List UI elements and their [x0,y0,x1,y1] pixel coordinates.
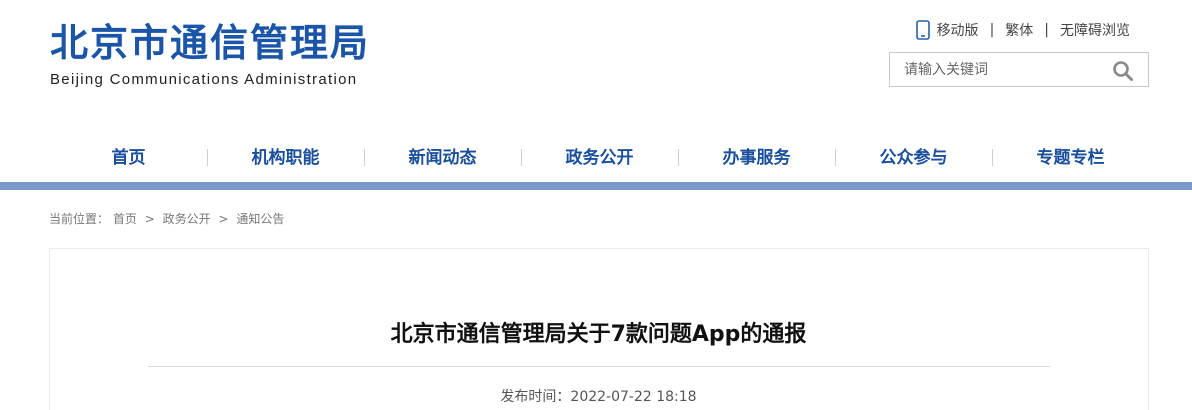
nav-item-gov-affairs[interactable]: 政务公开 [521,138,678,178]
mobile-version-label: 移动版 [936,23,979,39]
publish-time: 2022-07-22 18:18 [570,389,697,405]
breadcrumb-prefix: 当前位置： [49,212,110,226]
accessibility-link[interactable]: 无障碍浏览 [1060,20,1130,40]
nav-item-home[interactable]: 首页 [50,138,207,178]
mobile-version-link[interactable]: 移动版 [915,20,979,40]
breadcrumb-sep: > [218,212,229,226]
search-box [889,52,1149,87]
nav-item-services[interactable]: 办事服务 [678,138,835,178]
link-separator: | [1044,22,1049,38]
title-divider [148,366,1050,367]
breadcrumb-home[interactable]: 首页 [113,212,137,226]
article-title: 北京市通信管理局关于7款问题App的通报 [390,322,807,347]
traditional-chinese-link[interactable]: 繁体 [1005,20,1033,40]
nav-divider-bar [0,182,1192,190]
nav-item-functions[interactable]: 机构职能 [207,138,364,178]
main-nav: 首页 机构职能 新闻动态 政务公开 办事服务 公众参与 专题专栏 [50,138,1150,178]
breadcrumb-sep: > [144,212,155,226]
search-input[interactable] [904,60,1104,80]
nav-item-topics[interactable]: 专题专栏 [992,138,1149,178]
nav-item-public[interactable]: 公众参与 [835,138,992,178]
top-links: 移动版 | 繁体 | 无障碍浏览 [915,19,1130,41]
mobile-phone-icon [915,20,930,40]
link-separator: | [989,22,995,38]
breadcrumb-gov-affairs[interactable]: 政务公开 [163,212,211,226]
publish-info: 发布时间：2022-07-22 18:18 [0,386,1192,406]
site-title[interactable]: 北京市通信管理局 [50,18,370,68]
publish-label: 发布时间： [500,389,571,405]
breadcrumb: 当前位置： 首页 > 政务公开 > 通知公告 [49,210,284,227]
search-icon[interactable] [1112,60,1134,82]
breadcrumb-notices[interactable]: 通知公告 [236,212,284,226]
site-subtitle: Beijing Communications Administration [50,71,358,88]
nav-item-news[interactable]: 新闻动态 [364,138,521,178]
